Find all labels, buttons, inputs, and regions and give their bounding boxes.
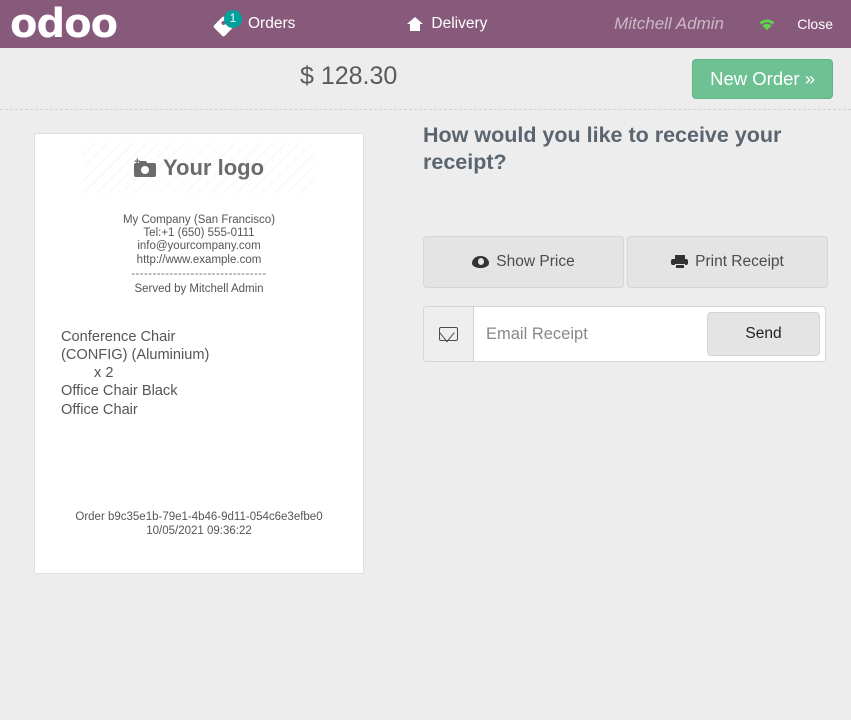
company-website: http://www.example.com <box>136 253 262 266</box>
top-navigation-bar: odoo 1 Orders Delivery Mitchell Admin Cl… <box>0 0 851 48</box>
order-line-detail: (CONFIG) (Aluminium) <box>61 347 210 364</box>
home-icon <box>407 17 424 31</box>
camera-icon: + <box>133 157 156 177</box>
company-logo-placeholder[interactable]: + Your logo <box>83 142 315 194</box>
nav-item-delivery[interactable]: Delivery <box>403 0 491 48</box>
new-order-button[interactable]: New Order » <box>692 59 833 100</box>
nav-item-delivery-label: Delivery <box>431 15 488 32</box>
close-button[interactable]: Close <box>797 16 833 32</box>
receipt-preview-card: + Your logo My Company (San Francisco) T… <box>34 133 364 574</box>
company-info: My Company (San Francisco) Tel:+1 (650) … <box>47 214 351 267</box>
print-receipt-label: Print Receipt <box>695 253 784 270</box>
odoo-logo[interactable]: odoo <box>0 4 180 44</box>
tag-icon: 1 <box>212 10 246 38</box>
envelope-icon <box>439 327 458 341</box>
order-line-name: Conference Chair <box>61 328 176 345</box>
email-receipt-group: Send <box>423 306 826 362</box>
printer-icon <box>671 255 689 269</box>
receipt-action-buttons: Show Price Print Receipt <box>423 236 828 288</box>
order-timestamp: 10/05/2021 09:36:22 <box>146 525 252 537</box>
nav-item-orders[interactable]: 1 Orders <box>212 0 299 48</box>
show-price-button[interactable]: Show Price <box>423 236 624 288</box>
company-phone: Tel:+1 (650) 555-0111 <box>143 227 255 240</box>
receipt-footer: Order b9c35e1b-79e1-4b46-9d11-054c6e3efb… <box>35 510 363 538</box>
receipt-actions-panel: How would you like to receive your recei… <box>423 110 828 362</box>
served-by-label: Served by Mitchell Admin <box>134 282 264 295</box>
order-total-amount: $ 128.30 <box>300 62 398 90</box>
receipt-order-lines: Conference Chair (CONFIG) (Aluminium) x … <box>47 328 351 419</box>
company-name: My Company (San Francisco) <box>122 214 276 226</box>
odoo-wordmark: odoo <box>10 1 118 47</box>
orders-count-badge: 1 <box>224 10 242 28</box>
print-receipt-button[interactable]: Print Receipt <box>627 236 828 288</box>
send-email-button[interactable]: Send <box>707 312 820 356</box>
order-line-name: Office Chair Black <box>61 383 178 400</box>
email-receipt-input[interactable] <box>474 307 707 361</box>
company-email: info@yourcompany.com <box>137 240 261 253</box>
order-line-name: Office Chair <box>61 401 138 418</box>
email-icon-addon <box>424 307 474 361</box>
receipt-screen: + Your logo My Company (San Francisco) T… <box>0 110 851 720</box>
current-user-name: Mitchell Admin <box>614 14 724 33</box>
nav-item-orders-label: Orders <box>248 15 296 32</box>
order-subheader: $ 128.30 New Order » <box>0 48 851 110</box>
eye-icon <box>472 256 490 268</box>
order-line-qty: x 2 <box>94 365 114 382</box>
order-reference: Order b9c35e1b-79e1-4b46-9d11-054c6e3efb… <box>75 511 323 523</box>
wifi-icon[interactable] <box>756 16 778 32</box>
show-price-label: Show Price <box>496 253 575 270</box>
logo-placeholder-label: Your logo <box>162 155 265 180</box>
receipt-divider: -------------------------------- <box>131 267 267 280</box>
page-title: How would you like to receive your recei… <box>423 123 782 174</box>
